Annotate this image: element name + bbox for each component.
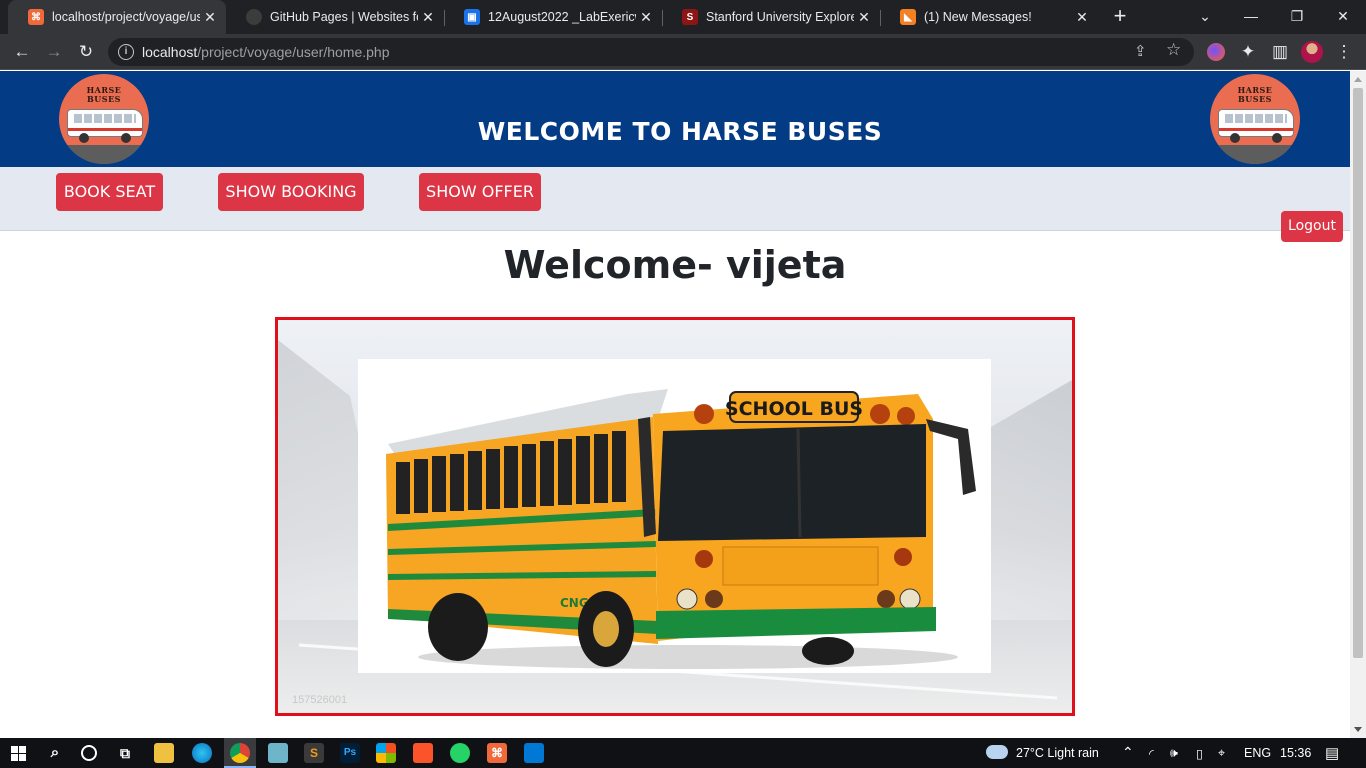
tab-close-icon[interactable]: ✕ [636,9,656,26]
show-booking-button[interactable]: SHOW BOOKING [218,173,364,211]
tab-title: Stanford University Explore C [706,10,854,24]
site-banner: HARSE BUSES WELCOME TO HARSE BUSES HARSE B… [0,71,1350,167]
vscode-icon[interactable] [524,743,544,763]
logo-wordmark: HARSE BUSES [86,85,122,104]
school-bus-sign: SCHOOL BUS [725,398,863,420]
weather-text[interactable]: 27°C Light rain [1016,746,1099,760]
tab-close-icon[interactable]: ✕ [854,9,874,26]
logo-bus-icon [1218,109,1294,137]
sublime-text-icon[interactable]: S [304,743,324,763]
scrollbar-thumb[interactable] [1353,88,1363,658]
tab-close-icon[interactable]: ✕ [200,9,220,26]
logo-road [1210,145,1300,164]
windows-start-icon[interactable] [11,746,26,761]
show-hidden-icons-chevron-icon[interactable]: ⌃ [1122,744,1134,761]
profile-avatar[interactable] [1301,41,1323,63]
browser-toolbar: ← → ↻ i localhost/project/voyage/user/ho… [0,34,1366,70]
messages-favicon-icon: ◣ [900,9,916,25]
reload-icon[interactable]: ↻ [74,40,98,64]
microsoft-store-icon[interactable] [376,743,396,763]
tab-title: GitHub Pages | Websites for y [270,10,418,24]
bookmark-star-icon[interactable]: ☆ [1166,40,1181,60]
web-page: HARSE BUSES WELCOME TO HARSE BUSES HARSE B… [0,71,1350,738]
clock-time[interactable]: 15:36 [1280,746,1311,760]
tab-close-icon[interactable]: ✕ [418,9,438,26]
brave-browser-icon[interactable] [413,743,433,763]
notifications-icon[interactable]: ▤ [1325,744,1339,762]
logo-road [59,145,149,164]
school-bus-illustration: SCHOOL BUS CNG [386,389,976,669]
logo-wordmark: HARSE BUSES [1237,85,1273,104]
file-explorer-icon[interactable] [154,743,174,763]
school-bus-picture: SCHOOL BUS CNG [358,359,991,673]
task-view-icon[interactable]: ⧉ [115,743,135,763]
xampp-icon[interactable]: ⌘ [487,743,507,763]
notepad-icon[interactable] [268,743,288,763]
tab-new-messages[interactable]: ◣ (1) New Messages! ✕ [880,0,1098,34]
show-offer-button[interactable]: SHOW OFFER [419,173,541,211]
side-panel-icon[interactable]: ▥ [1268,40,1292,64]
tab-localhost[interactable]: ⌘ localhost/project/voyage/user ✕ [8,0,226,34]
weather-cloud-icon[interactable] [986,745,1008,759]
cortana-icon[interactable] [81,745,97,761]
hero-image: 157526001 SCHOOL BUS CNG [275,317,1075,716]
logo-wheel-icon [1230,133,1240,143]
tab-title: localhost/project/voyage/user [52,10,200,24]
tab-stanford[interactable]: S Stanford University Explore C ✕ [662,0,880,34]
tab-search-dropdown-icon[interactable]: ⌄ [1182,0,1228,34]
address-bar[interactable]: i localhost/project/voyage/user/home.php… [108,38,1194,66]
image-watermark: 157526001 [292,694,348,706]
stanford-favicon-icon: S [682,9,698,25]
address-url[interactable]: localhost/project/voyage/user/home.php [142,44,390,60]
github-favicon-icon [246,9,262,25]
new-tab-button[interactable]: + [1108,4,1132,28]
chrome-icon [230,743,250,763]
share-icon[interactable]: ⇪ [1134,42,1147,60]
book-seat-button[interactable]: BOOK SEAT [56,173,163,211]
browser-menu-icon[interactable]: ⋮ [1332,40,1356,64]
forward-icon[interactable]: → [42,40,66,64]
battery-icon[interactable]: ▯ [1196,746,1203,761]
tab-close-icon[interactable]: ✕ [1072,9,1092,26]
url-host: localhost [142,44,198,60]
photoshop-icon[interactable]: Ps [340,743,360,763]
tab-title: (1) New Messages! [924,10,1032,24]
url-path: /project/voyage/user/home.php [197,44,390,60]
page-scrollbar[interactable] [1350,71,1366,738]
restore-button[interactable]: ❐ [1274,0,1320,34]
firefox-extension-icon[interactable] [1207,43,1225,61]
site-info-icon[interactable]: i [118,44,134,60]
chrome-taskbar-button[interactable] [224,738,256,768]
banner-title: WELCOME TO HARSE BUSES [477,117,883,146]
whatsapp-icon[interactable] [450,743,470,763]
close-window-button[interactable]: ✕ [1320,0,1366,34]
logo-wheel-icon [1272,133,1282,143]
google-classroom-favicon-icon: ▣ [464,9,480,25]
scroll-down-arrow-icon[interactable] [1354,727,1362,732]
wifi-icon[interactable]: ◜ [1149,746,1154,761]
xampp-favicon-icon: ⌘ [28,9,44,25]
tab-github-pages[interactable]: GitHub Pages | Websites for y ✕ [226,0,444,34]
location-icon[interactable]: ⌖ [1218,746,1225,761]
tab-lab-exercise[interactable]: ▣ 12August2022 _LabExericwse ✕ [444,0,662,34]
welcome-heading: Welcome- vijeta [503,243,847,287]
back-icon[interactable]: ← [10,40,34,64]
site-navbar: BOOK SEAT SHOW BOOKING SHOW OFFER [0,167,1350,231]
volume-icon[interactable]: 🕪 [1170,746,1178,761]
scroll-up-arrow-icon[interactable] [1354,77,1362,82]
input-language[interactable]: ENG [1244,746,1271,760]
edge-browser-icon[interactable] [192,743,212,763]
minimize-button[interactable]: — [1228,0,1274,34]
extensions-icon[interactable]: ✦ [1236,40,1260,64]
search-icon[interactable]: ⌕ [45,743,65,763]
logout-button[interactable]: Logout [1281,211,1343,242]
tab-title: 12August2022 _LabExericwse [488,10,636,24]
windows-taskbar: ⌕ ⧉ S Ps ⌘ 27°C Light rain ⌃ ◜ 🕪 ▯ ⌖ ENG… [0,738,1366,768]
harse-buses-logo-right[interactable]: HARSE BUSES [1210,74,1300,164]
tab-strip: ⌘ localhost/project/voyage/user ✕ GitHub… [0,0,1366,34]
